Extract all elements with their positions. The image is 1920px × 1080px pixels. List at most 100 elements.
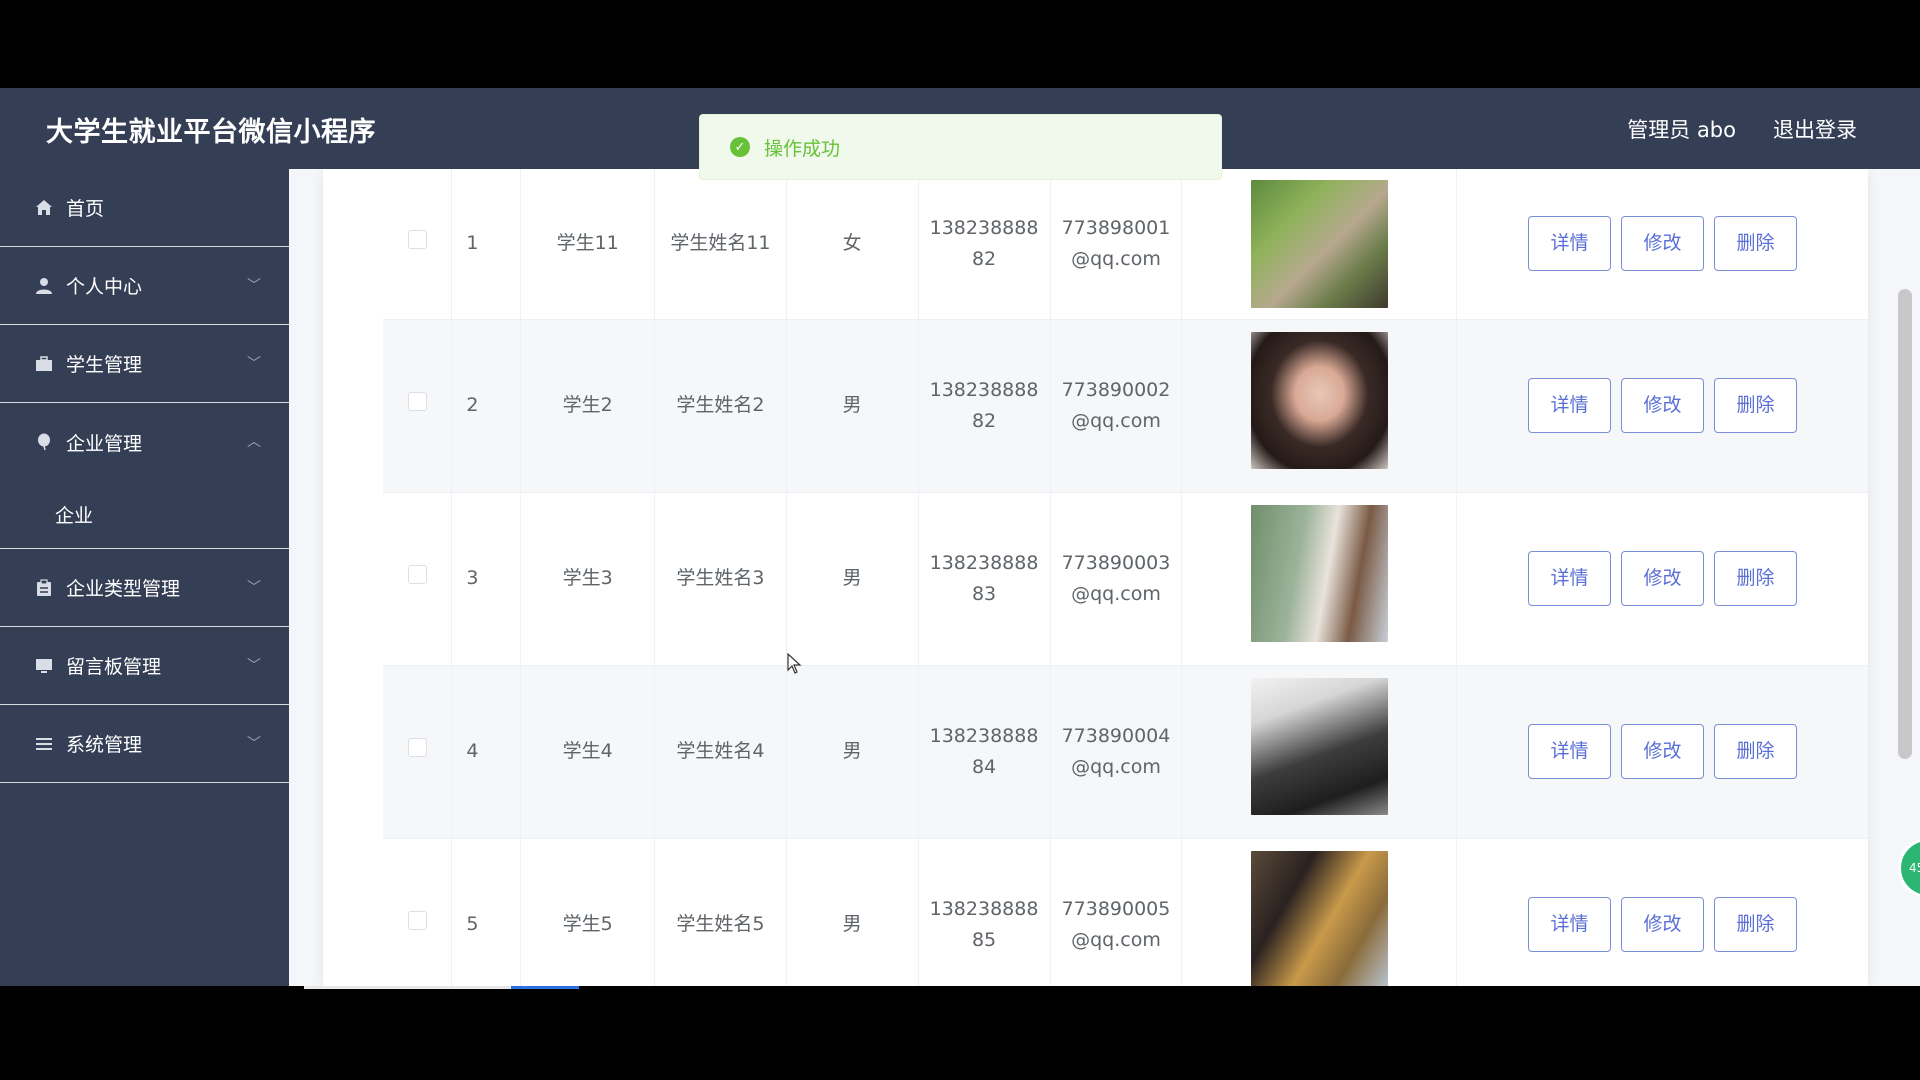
sidebar-item-personal-center[interactable]: 个人中心 ﹀ — [0, 247, 289, 325]
table-row: 3 学生3 学生姓名3 男 138238888 83 773890003 @qq.c… — [383, 492, 1868, 666]
video-progress-fill — [511, 986, 579, 989]
vertical-scrollbar[interactable] — [1898, 289, 1912, 759]
row-phone: 138238888 83 — [918, 492, 1051, 666]
student-table: 1 学生11 学生姓名11 女 138238888 82 773898001 @qq… — [383, 169, 1868, 986]
user-icon — [34, 276, 54, 296]
row-sex: 男 — [786, 665, 919, 839]
balloon-icon — [34, 432, 54, 452]
row-phone: 138238888 84 — [918, 665, 1051, 839]
briefcase-icon — [34, 354, 54, 374]
clipboard-icon — [34, 578, 54, 598]
row-phone: 138238888 82 — [918, 169, 1051, 320]
table-row: 4 学生4 学生姓名4 男 138238888 84 773890004 @qq.c… — [383, 665, 1868, 839]
sidebar: 首页 个人中心 ﹀ 学生管理 ﹀ 企业管理 ︿ 企业 企业类型管理 ﹀ 留言板管… — [0, 169, 289, 986]
student-photo — [1250, 332, 1388, 469]
chevron-up-icon: ︿ — [247, 434, 261, 450]
chevron-down-icon: ﹀ — [247, 580, 261, 596]
row-username: 学生3 — [520, 492, 656, 666]
sidebar-item-message-board-management[interactable]: 留言板管理 ﹀ — [0, 627, 289, 705]
toast-message: 操作成功 — [764, 137, 841, 160]
detail-button[interactable]: 详情 — [1528, 378, 1612, 433]
row-phone: 138238888 82 — [918, 319, 1051, 493]
delete-button[interactable]: 删除 — [1714, 378, 1798, 433]
sidebar-item-company-management[interactable]: 企业管理 ︿ — [0, 403, 289, 481]
edit-button[interactable]: 修改 — [1621, 216, 1705, 272]
row-index: 1 — [451, 169, 522, 320]
sidebar-item-company-type-management[interactable]: 企业类型管理 ﹀ — [0, 549, 289, 627]
logout-button[interactable]: 退出登录 — [1773, 114, 1857, 144]
row-username: 学生4 — [520, 665, 656, 839]
row-checkbox[interactable] — [407, 230, 427, 250]
row-email: 773890004 @qq.com — [1050, 665, 1183, 839]
edit-button[interactable]: 修改 — [1621, 551, 1705, 606]
edit-button[interactable]: 修改 — [1621, 897, 1705, 952]
row-student-name: 学生姓名5 — [654, 838, 787, 986]
sidebar-item-label: 个人中心 — [66, 276, 143, 298]
row-index: 3 — [451, 492, 522, 666]
row-username: 学生11 — [520, 169, 656, 320]
video-progress-track — [304, 986, 511, 989]
row-student-name: 学生姓名3 — [654, 492, 787, 666]
row-checkbox[interactable] — [407, 392, 427, 411]
row-sex: 男 — [786, 319, 919, 493]
sidebar-item-label: 系统管理 — [66, 734, 143, 756]
row-checkbox[interactable] — [407, 911, 427, 930]
row-email: 773890003 @qq.com — [1050, 492, 1183, 666]
sidebar-item-student-management[interactable]: 学生管理 ﹀ — [0, 325, 289, 403]
admin-user-label[interactable]: 管理员 abo — [1627, 114, 1736, 144]
row-student-name: 学生姓名11 — [654, 169, 787, 320]
chevron-down-icon: ﹀ — [247, 658, 261, 674]
row-email: 773898001 @qq.com — [1050, 169, 1183, 320]
table-row: 2 学生2 学生姓名2 男 138238888 82 773890002 @qq.c… — [383, 319, 1868, 493]
home-icon — [34, 198, 54, 218]
detail-button[interactable]: 详情 — [1528, 216, 1612, 272]
edit-button[interactable]: 修改 — [1621, 724, 1705, 779]
row-sex: 男 — [786, 838, 919, 986]
student-photo — [1250, 179, 1388, 308]
check-circle-icon: ✓ — [730, 137, 750, 157]
delete-button[interactable]: 删除 — [1714, 551, 1798, 606]
bottom-letterbox — [0, 986, 1920, 1080]
sidebar-item-label: 留言板管理 — [66, 656, 162, 678]
row-index: 2 — [451, 319, 522, 493]
student-photo — [1250, 505, 1388, 642]
table-row: 1 学生11 学生姓名11 女 138238888 82 773898001 @qq… — [383, 169, 1868, 320]
app-window: 大学生就业平台微信小程序 管理员 abo 退出登录 首页 个人中心 ﹀ 学生管理… — [0, 88, 1920, 986]
sidebar-subitem-company[interactable]: 企业 — [0, 481, 289, 549]
row-index: 4 — [451, 665, 522, 839]
delete-button[interactable]: 删除 — [1714, 216, 1798, 272]
chevron-down-icon: ﹀ — [247, 278, 261, 294]
row-sex: 女 — [786, 169, 919, 320]
row-student-name: 学生姓名2 — [654, 319, 787, 493]
row-sex: 男 — [786, 492, 919, 666]
sidebar-item-label: 首页 — [66, 198, 105, 220]
row-email: 773890005 @qq.com — [1050, 838, 1183, 986]
student-photo — [1250, 678, 1388, 815]
row-email: 773890002 @qq.com — [1050, 319, 1183, 493]
row-checkbox[interactable] — [407, 565, 427, 584]
table-panel: 1 学生11 学生姓名11 女 138238888 82 773898001 @qq… — [323, 169, 1868, 986]
detail-button[interactable]: 详情 — [1528, 897, 1612, 952]
table-row: 5 学生5 学生姓名5 男 138238888 85 773890005 @qq.c… — [383, 838, 1868, 986]
sidebar-item-label: 学生管理 — [66, 354, 143, 376]
sidebar-item-label: 企业管理 — [66, 432, 143, 455]
monitor-icon — [34, 656, 54, 676]
main-content: 1 学生11 学生姓名11 女 138238888 82 773898001 @qq… — [289, 169, 1920, 986]
row-checkbox[interactable] — [407, 738, 427, 757]
detail-button[interactable]: 详情 — [1528, 724, 1612, 779]
row-phone: 138238888 85 — [918, 838, 1051, 986]
row-index: 5 — [451, 838, 522, 986]
row-username: 学生5 — [520, 838, 656, 986]
chevron-down-icon: ﹀ — [247, 736, 261, 752]
delete-button[interactable]: 删除 — [1714, 897, 1798, 952]
sidebar-item-home[interactable]: 首页 — [0, 169, 289, 247]
detail-button[interactable]: 详情 — [1528, 551, 1612, 606]
edit-button[interactable]: 修改 — [1621, 378, 1705, 433]
delete-button[interactable]: 删除 — [1714, 724, 1798, 779]
row-student-name: 学生姓名4 — [654, 665, 787, 839]
success-toast: ✓ 操作成功 — [699, 114, 1222, 180]
sidebar-item-label: 企业类型管理 — [66, 578, 181, 600]
sidebar-subitem-label: 企业 — [55, 505, 94, 527]
sidebar-item-system-management[interactable]: 系统管理 ﹀ — [0, 705, 289, 783]
row-username: 学生2 — [520, 319, 656, 493]
